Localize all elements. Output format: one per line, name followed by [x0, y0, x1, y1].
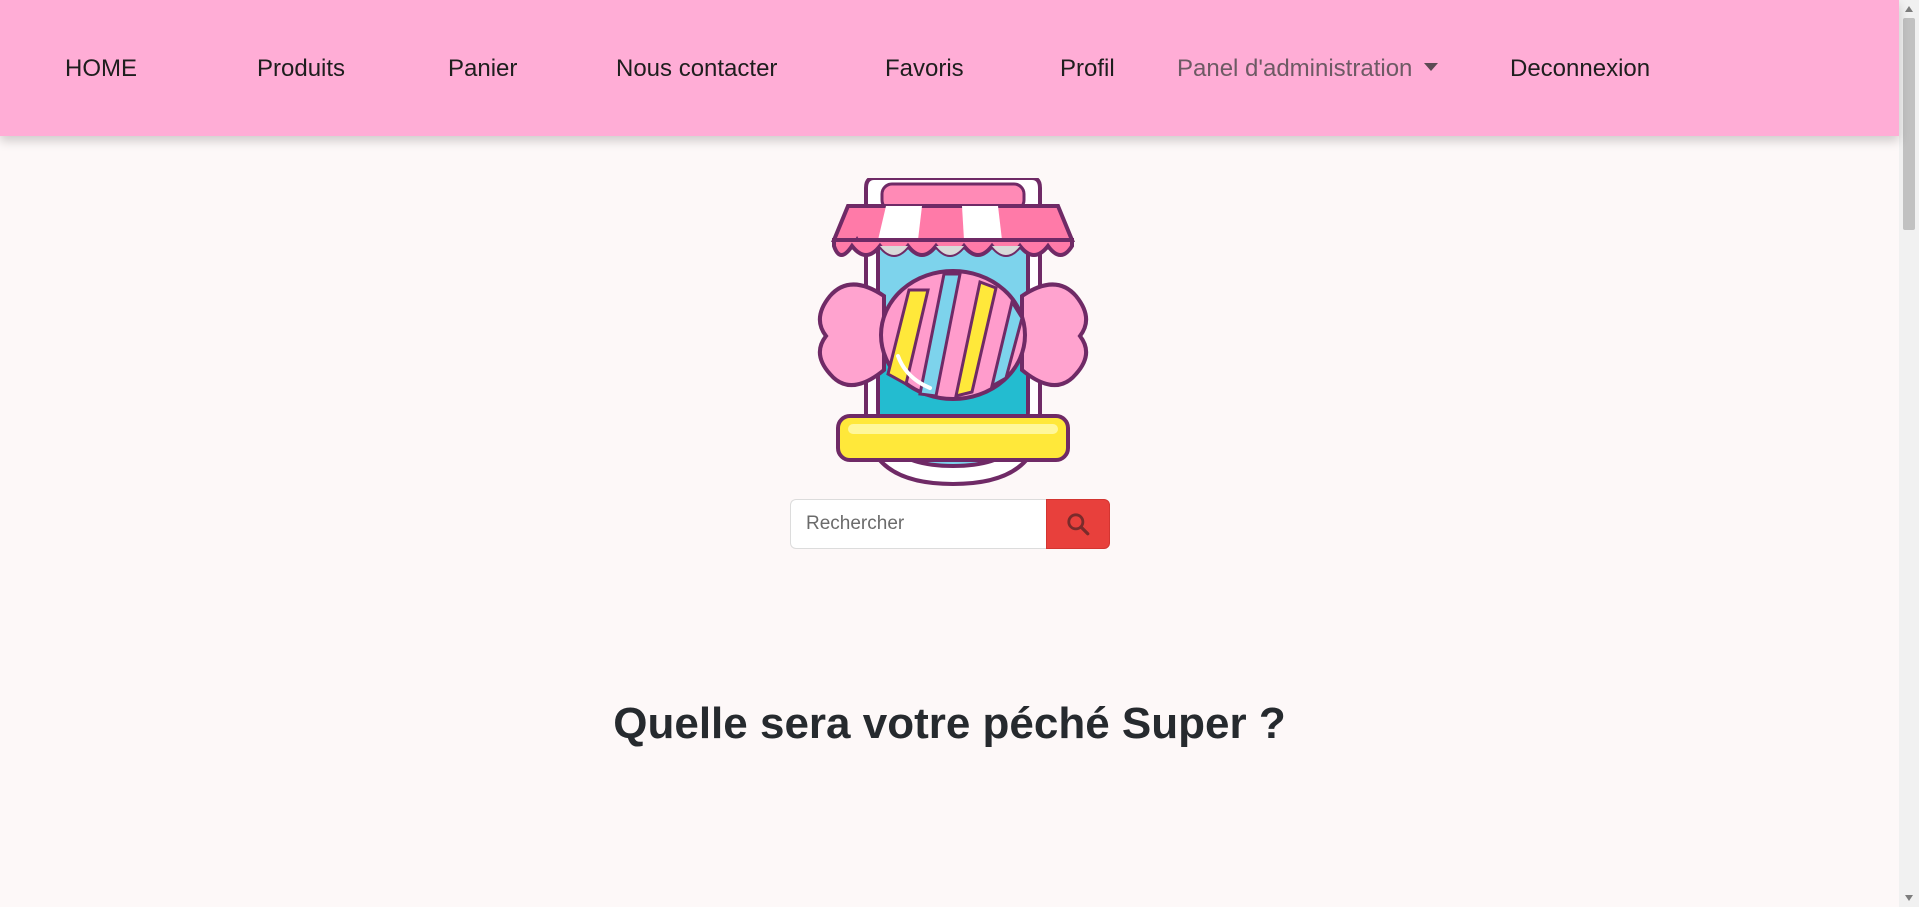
nav-item-deconnexion[interactable]: Deconnexion: [1510, 50, 1650, 88]
nav-item-nous-contacter[interactable]: Nous contacter: [616, 50, 777, 88]
nav-item-produits[interactable]: Produits: [257, 50, 345, 88]
nav-item-favoris[interactable]: Favoris: [885, 50, 964, 88]
caret-down-icon: [1424, 63, 1439, 71]
scroll-up-arrow-icon[interactable]: [1905, 6, 1913, 12]
nav-dropdown-admin-panel[interactable]: Panel d'administration: [1177, 50, 1439, 88]
search-icon: [1067, 513, 1090, 536]
nav-item-profil[interactable]: Profil: [1060, 50, 1115, 88]
vertical-scrollbar[interactable]: [1899, 0, 1919, 907]
nav-item-panier[interactable]: Panier: [448, 50, 517, 88]
search-button[interactable]: [1046, 499, 1110, 549]
nav-dropdown-label: Panel d'administration: [1177, 55, 1413, 82]
top-navbar: HOME Produits Panier Nous contacter Favo…: [0, 0, 1899, 136]
page-headline: Quelle sera votre péché Super ?: [613, 699, 1286, 748]
scroll-down-arrow-icon[interactable]: [1905, 895, 1913, 901]
scrollbar-thumb[interactable]: [1903, 18, 1915, 230]
search-input[interactable]: [790, 499, 1046, 549]
nav-item-home[interactable]: HOME: [65, 50, 137, 88]
search-bar: [790, 499, 1110, 549]
candy-shop-logo-icon: [818, 178, 1088, 486]
page: HOME Produits Panier Nous contacter Favo…: [0, 0, 1899, 907]
